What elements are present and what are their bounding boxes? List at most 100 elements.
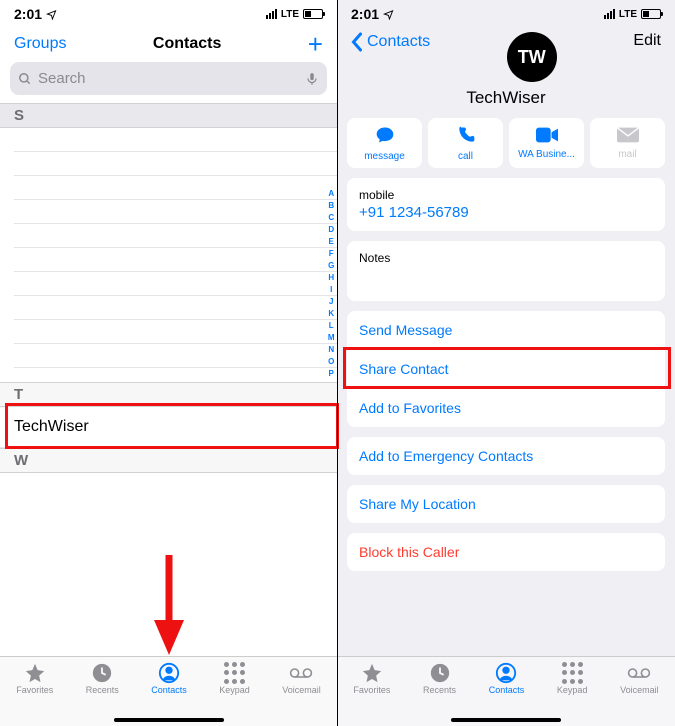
contacts-list[interactable]: ABCDEFGHIJKLMNOPQRSTUVWXYZ# xyxy=(0,128,337,382)
clock-icon xyxy=(428,662,452,684)
phone-card[interactable]: mobile +91 1234-56789 xyxy=(347,178,665,231)
alpha-index[interactable]: ABCDEFGHIJKLMNOPQRSTUVWXYZ# xyxy=(327,188,335,382)
phone-value: +91 1234-56789 xyxy=(359,204,653,221)
index-B[interactable]: B xyxy=(327,200,335,212)
status-time: 2:01 xyxy=(351,6,379,22)
index-P[interactable]: P xyxy=(327,368,335,380)
tab-bar: Favorites Recents Contacts Keypad xyxy=(0,656,337,726)
index-Q[interactable]: Q xyxy=(327,380,335,382)
location-icon xyxy=(383,9,394,20)
emergency-contacts-option[interactable]: Add to Emergency Contacts xyxy=(347,437,665,475)
section-header-t: T xyxy=(0,382,337,407)
whatsapp-button[interactable]: WA Busine... xyxy=(509,118,584,168)
tab-contacts[interactable]: Contacts xyxy=(151,662,187,726)
index-M[interactable]: M xyxy=(327,332,335,344)
clock-icon xyxy=(90,662,114,684)
star-icon xyxy=(23,662,47,684)
options-group-2: Add to Emergency Contacts xyxy=(347,437,665,475)
search-placeholder: Search xyxy=(38,70,86,87)
options-group-3: Share My Location xyxy=(347,485,665,523)
contact-detail-screen: 2:01 LTE Contacts TW Edit TechWiser xyxy=(337,0,675,726)
location-icon xyxy=(46,9,57,20)
index-G[interactable]: G xyxy=(327,260,335,272)
add-favorites-option[interactable]: Add to Favorites xyxy=(347,389,665,427)
share-contact-option[interactable]: Share Contact xyxy=(347,350,665,389)
tab-voicemail[interactable]: Voicemail xyxy=(620,662,659,726)
notes-label: Notes xyxy=(359,251,653,265)
contact-name: TechWiser xyxy=(337,82,675,118)
index-A[interactable]: A xyxy=(327,188,335,200)
phone-label: mobile xyxy=(359,188,653,202)
tab-voicemail[interactable]: Voicemail xyxy=(282,662,321,726)
tab-keypad[interactable]: Keypad xyxy=(557,662,588,726)
index-L[interactable]: L xyxy=(327,320,335,332)
voicemail-icon xyxy=(627,662,651,684)
call-button[interactable]: call xyxy=(428,118,503,168)
battery-icon xyxy=(303,9,323,19)
tab-bar: Favorites Recents Contacts Keypad xyxy=(337,656,675,726)
status-bar: 2:01 LTE xyxy=(337,0,675,26)
keypad-icon xyxy=(560,662,584,684)
arrow-annotation xyxy=(152,555,186,655)
contact-icon xyxy=(157,662,181,684)
tab-favorites[interactable]: Favorites xyxy=(16,662,53,726)
status-bar: 2:01 LTE xyxy=(0,0,337,26)
signal-icon xyxy=(266,9,277,19)
tab-keypad[interactable]: Keypad xyxy=(219,662,250,726)
voicemail-icon xyxy=(289,662,313,684)
notes-card[interactable]: Notes xyxy=(347,241,665,301)
contacts-list-screen: 2:01 LTE Groups Contacts + Search S ABC xyxy=(0,0,337,726)
index-O[interactable]: O xyxy=(327,356,335,368)
contact-row-techwiser[interactable]: TechWiser xyxy=(0,407,337,448)
index-F[interactable]: F xyxy=(327,248,335,260)
share-location-option[interactable]: Share My Location xyxy=(347,485,665,523)
tab-recents[interactable]: Recents xyxy=(423,662,456,726)
index-I[interactable]: I xyxy=(327,284,335,296)
star-icon xyxy=(360,662,384,684)
phone-icon xyxy=(456,125,476,149)
video-icon xyxy=(536,127,558,147)
section-header-s: S xyxy=(0,103,337,128)
index-J[interactable]: J xyxy=(327,296,335,308)
nav-bar: Groups Contacts + xyxy=(0,26,337,62)
options-group-4: Block this Caller xyxy=(347,533,665,571)
home-indicator[interactable] xyxy=(451,718,561,722)
contact-icon xyxy=(494,662,518,684)
index-N[interactable]: N xyxy=(327,344,335,356)
nav-title: Contacts xyxy=(153,35,221,53)
action-buttons: message call WA Busine... mail xyxy=(337,118,675,178)
network-label: LTE xyxy=(281,9,299,20)
status-time: 2:01 xyxy=(14,6,42,22)
index-E[interactable]: E xyxy=(327,236,335,248)
index-H[interactable]: H xyxy=(327,272,335,284)
message-button[interactable]: message xyxy=(347,118,422,168)
block-caller-option[interactable]: Block this Caller xyxy=(347,533,665,571)
send-message-option[interactable]: Send Message xyxy=(347,311,665,350)
back-button[interactable]: Contacts xyxy=(351,32,430,52)
options-group-1: Send Message Share Contact Add to Favori… xyxy=(347,311,665,427)
section-header-w: W xyxy=(0,448,337,473)
battery-icon xyxy=(641,9,661,19)
tab-contacts[interactable]: Contacts xyxy=(489,662,525,726)
tab-recents[interactable]: Recents xyxy=(86,662,119,726)
network-label: LTE xyxy=(619,9,637,20)
edit-button[interactable]: Edit xyxy=(633,32,661,50)
mail-button: mail xyxy=(590,118,665,168)
message-icon xyxy=(374,125,396,149)
signal-icon xyxy=(604,9,615,19)
groups-button[interactable]: Groups xyxy=(14,35,66,53)
chevron-left-icon xyxy=(351,32,364,52)
index-K[interactable]: K xyxy=(327,308,335,320)
search-field[interactable]: Search xyxy=(10,62,327,95)
dictate-icon[interactable] xyxy=(305,71,319,87)
home-indicator[interactable] xyxy=(114,718,224,722)
search-icon xyxy=(18,72,32,86)
mail-icon xyxy=(617,127,639,147)
index-D[interactable]: D xyxy=(327,224,335,236)
nav-bar: Contacts TW Edit xyxy=(337,26,675,82)
contact-avatar[interactable]: TW xyxy=(507,32,557,82)
tab-favorites[interactable]: Favorites xyxy=(353,662,390,726)
keypad-icon xyxy=(222,662,246,684)
add-contact-button[interactable]: + xyxy=(308,34,323,54)
index-C[interactable]: C xyxy=(327,212,335,224)
